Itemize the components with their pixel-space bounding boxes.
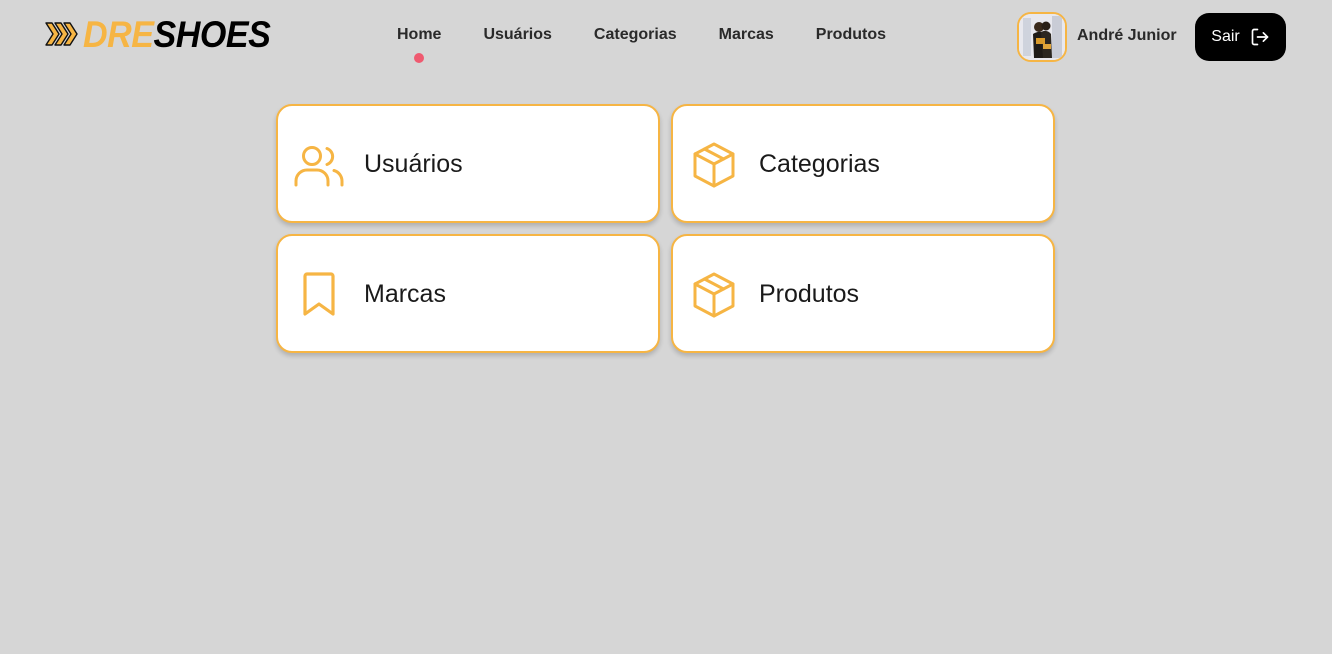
main-nav: Home Usuários Categorias Marcas Produtos: [397, 26, 886, 63]
nav-item-label: Usuários: [483, 26, 552, 43]
nav-item-label: Categorias: [593, 26, 677, 43]
top-navbar: DRESHOES Home Usuários Categorias Marcas…: [0, 0, 1332, 74]
logout-button[interactable]: Sair: [1195, 13, 1286, 61]
card-label: Categorias: [759, 150, 880, 178]
card-marcas[interactable]: Marcas: [276, 234, 660, 353]
box-icon: [693, 272, 735, 318]
logout-label: Sair: [1211, 28, 1240, 45]
nav-item-label: Marcas: [718, 26, 774, 43]
card-categorias[interactable]: Categorias: [671, 104, 1055, 223]
card-label: Usuários: [364, 150, 463, 178]
nav-item-home[interactable]: Home: [397, 26, 442, 63]
nav-item-categorias[interactable]: Categorias: [594, 26, 677, 44]
users-icon: [294, 146, 344, 187]
nav-item-produtos[interactable]: Produtos: [816, 26, 886, 44]
active-indicator-dot: [414, 53, 425, 63]
brand-logo[interactable]: DRESHOES: [45, 14, 287, 54]
card-produtos[interactable]: Produtos: [671, 234, 1055, 353]
nav-item-label: Produtos: [815, 26, 886, 43]
chevrons-icon: [45, 22, 78, 46]
brand-part-2: SHOES: [153, 13, 271, 55]
nav-item-usuarios[interactable]: Usuários: [483, 26, 551, 44]
nav-item-label: Home: [397, 26, 442, 43]
user-photo-icon: [1019, 14, 1065, 60]
bookmark-icon: [303, 272, 335, 316]
avatar[interactable]: [1017, 12, 1067, 62]
brand-wordmark: DRESHOES: [83, 13, 271, 55]
nav-item-marcas[interactable]: Marcas: [719, 26, 774, 44]
brand-part-1: DRE: [83, 13, 154, 55]
box-icon: [693, 142, 735, 188]
card-usuarios[interactable]: Usuários: [276, 104, 660, 223]
logout-icon: [1251, 28, 1269, 46]
user-name: André Junior: [1077, 27, 1177, 44]
card-label: Produtos: [759, 280, 860, 308]
card-label: Marcas: [364, 280, 446, 308]
